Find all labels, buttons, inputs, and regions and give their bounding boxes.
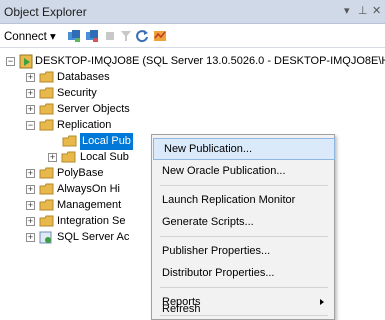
- folder-icon: [39, 71, 54, 83]
- menu-item-new-publication[interactable]: New Publication...: [153, 138, 335, 160]
- tree-node-label: Server Objects: [57, 103, 130, 115]
- tree-node-databases[interactable]: + Databases: [26, 69, 226, 86]
- folder-icon: [39, 215, 54, 227]
- context-menu: New Publication... New Oracle Publicatio…: [151, 134, 335, 320]
- activity-monitor-icon[interactable]: [152, 28, 168, 44]
- close-icon[interactable]: ✕: [372, 4, 381, 17]
- server-label: DESKTOP-IMQJO8E (SQL Server 13.0.5026.0 …: [35, 55, 385, 67]
- tree-node-replication[interactable]: − Replication: [26, 117, 226, 134]
- folder-icon: [39, 183, 54, 195]
- expand-icon[interactable]: +: [26, 233, 35, 242]
- tree-node-sql-server-agent[interactable]: + SQL Server Ac: [26, 229, 150, 246]
- tree-node-management[interactable]: + Management: [26, 197, 150, 214]
- menu-separator: [160, 287, 328, 288]
- tree-node-label: AlwaysOn Hi: [57, 183, 120, 195]
- expand-icon[interactable]: +: [26, 169, 35, 178]
- menu-item-refresh[interactable]: Refresh: [152, 298, 334, 320]
- pin-icon[interactable]: ⊥: [358, 4, 368, 17]
- collapse-icon[interactable]: −: [6, 57, 15, 66]
- panel-title: Object Explorer: [4, 5, 87, 19]
- object-explorer-titlebar: Object Explorer ▾ ⊥ ✕: [0, 0, 385, 24]
- filter-icon[interactable]: [118, 28, 134, 44]
- tree-node-label: Integration Se: [57, 215, 126, 227]
- stop-icon[interactable]: [102, 28, 118, 44]
- menu-item-generate-scripts[interactable]: Generate Scripts...: [152, 211, 334, 233]
- connect-object-explorer-icon[interactable]: [66, 28, 82, 44]
- expand-icon[interactable]: +: [26, 217, 35, 226]
- server-node[interactable]: − DESKTOP-IMQJO8E (SQL Server 13.0.5026.…: [6, 53, 385, 70]
- menu-item-new-oracle-publication[interactable]: New Oracle Publication...: [152, 160, 334, 182]
- folder-icon: [39, 119, 54, 131]
- object-explorer-toolbar: Connect ▾: [0, 24, 385, 48]
- menu-item-distributor-properties[interactable]: Distributor Properties...: [152, 262, 334, 284]
- menu-separator: [160, 236, 328, 237]
- menu-item-launch-replication-monitor[interactable]: Launch Replication Monitor: [152, 189, 334, 211]
- agent-icon: [39, 230, 53, 246]
- folder-icon: [62, 135, 77, 147]
- collapse-icon[interactable]: −: [26, 121, 35, 130]
- tree-node-label: Management: [57, 199, 122, 211]
- tree-node-server-objects[interactable]: + Server Objects: [26, 101, 226, 118]
- menu-separator: [160, 185, 328, 186]
- expand-icon[interactable]: +: [26, 89, 35, 98]
- tree-node-alwayson[interactable]: + AlwaysOn Hi: [26, 181, 150, 198]
- tree-node-label: PolyBase: [57, 167, 104, 179]
- folder-icon: [39, 167, 54, 179]
- tree-node-label: SQL Server Ac: [57, 231, 130, 243]
- disconnect-icon[interactable]: [84, 28, 100, 44]
- tree-node-local-subscriptions[interactable]: + Local Sub: [48, 149, 152, 166]
- tree-node-local-publications[interactable]: Local Pub: [62, 133, 152, 150]
- tree-node-label: Replication: [57, 119, 112, 131]
- expand-icon[interactable]: +: [26, 105, 35, 114]
- folder-icon: [39, 199, 54, 211]
- expand-icon[interactable]: +: [26, 73, 35, 82]
- tree-node-label: Databases: [57, 71, 110, 83]
- folder-icon: [61, 151, 76, 163]
- folder-icon: [39, 87, 54, 99]
- expand-icon[interactable]: +: [48, 153, 57, 162]
- tree-node-integration-services[interactable]: + Integration Se: [26, 213, 150, 230]
- folder-icon: [39, 103, 54, 115]
- connect-button[interactable]: Connect ▾: [4, 29, 56, 43]
- expand-icon[interactable]: +: [26, 201, 35, 210]
- tree-node-label: Security: [57, 87, 97, 99]
- dropdown-icon[interactable]: ▾: [344, 4, 350, 17]
- tree-node-security[interactable]: + Security: [26, 85, 226, 102]
- refresh-icon[interactable]: [134, 28, 150, 44]
- tree-node-polybase[interactable]: + PolyBase: [26, 165, 150, 182]
- menu-item-publisher-properties[interactable]: Publisher Properties...: [152, 240, 334, 262]
- tree-node-label: Local Sub: [80, 151, 129, 163]
- tree-node-label: Local Pub: [80, 133, 133, 150]
- expand-icon[interactable]: +: [26, 185, 35, 194]
